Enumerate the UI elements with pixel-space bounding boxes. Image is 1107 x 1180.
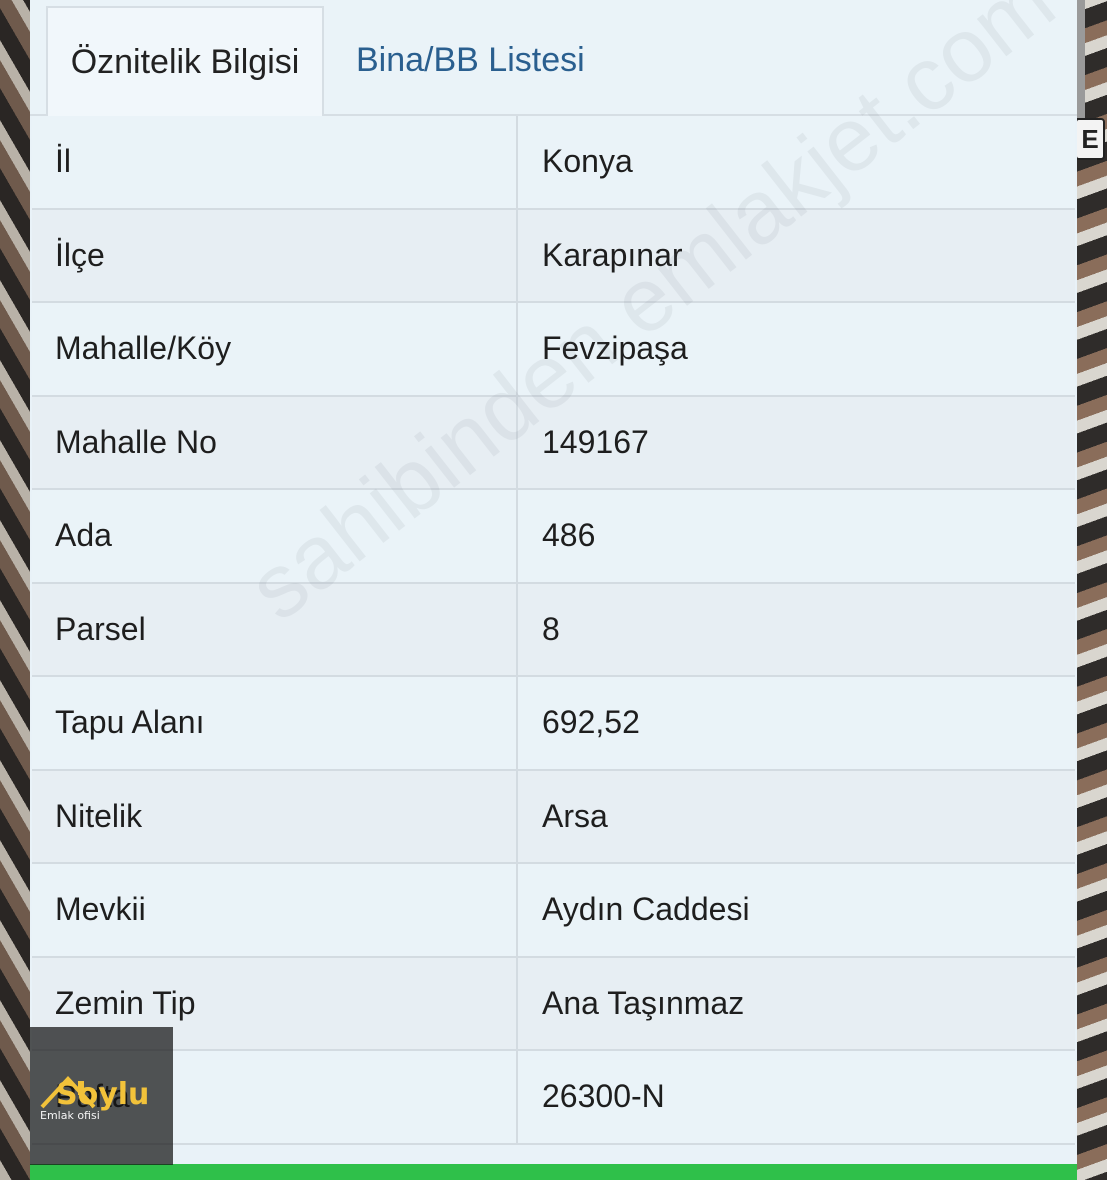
table-row: Ada 486: [32, 490, 1075, 584]
table-row: Mahalle/Köy Fevzipaşa: [32, 303, 1075, 397]
tab-bar: Öznitelik Bilgisi Bina/BB Listesi: [30, 0, 1077, 116]
row-value-mahalle-koy: Fevzipaşa: [542, 330, 688, 367]
row-value-zemin-tip: Ana Taşınmaz: [542, 984, 745, 1021]
row-value-il: Konya: [542, 143, 633, 180]
scrollbar[interactable]: [1077, 0, 1085, 118]
row-label-ilce: İlçe: [32, 209, 518, 301]
table-row: Pafta 26300-N: [32, 1051, 1075, 1145]
table-row: Mahalle No 149167: [32, 396, 1075, 490]
table-row: Mevkii Aydın Caddesi: [32, 864, 1075, 958]
map-left-edge: [0, 0, 30, 1180]
tab-building-list[interactable]: Bina/BB Listesi: [356, 6, 656, 114]
row-label-parsel: Parsel: [32, 583, 518, 675]
row-value-ada: 486: [542, 517, 596, 554]
row-value-tapu-alani: 692,52: [542, 704, 640, 741]
agency-logo: Soylu Emlak ofisi: [30, 1027, 173, 1165]
map-right-edge: [1075, 0, 1107, 1180]
row-value-ilce: Karapınar: [542, 236, 683, 273]
row-label-mevkii: Mevkii: [32, 864, 518, 956]
row-value-nitelik: Arsa: [542, 797, 608, 834]
row-label-mahalle-koy: Mahalle/Köy: [32, 303, 518, 395]
tab-attribute-info[interactable]: Öznitelik Bilgisi: [46, 6, 324, 116]
row-label-mahalle-no: Mahalle No: [32, 396, 518, 488]
row-value-mevkii: Aydın Caddesi: [542, 891, 750, 928]
row-label-il: İl: [32, 116, 518, 208]
table-row: Tapu Alanı 692,52: [32, 677, 1075, 771]
table-row: Parsel 8: [32, 583, 1075, 677]
row-label-nitelik: Nitelik: [32, 770, 518, 862]
row-value-pafta: 26300-N: [542, 1078, 665, 1115]
table-row: Nitelik Arsa: [32, 770, 1075, 864]
row-value-parsel: 8: [542, 610, 560, 647]
parcel-info-panel: Öznitelik Bilgisi Bina/BB Listesi İl Kon…: [30, 0, 1077, 1180]
table-row: İlçe Karapınar: [32, 209, 1075, 303]
map-sign-label: E: [1075, 118, 1105, 160]
table-row: İl Konya: [32, 116, 1075, 210]
logo-tagline: Emlak ofisi: [40, 1109, 100, 1122]
status-bar: [30, 1164, 1077, 1180]
row-value-mahalle-no: 149167: [542, 423, 649, 460]
row-label-tapu-alani: Tapu Alanı: [32, 677, 518, 769]
table-row: Zemin Tip Ana Taşınmaz: [32, 957, 1075, 1051]
logo-name: Soylu: [56, 1077, 150, 1112]
attribute-table: İl Konya İlçe Karapınar Mahalle/Köy Fevz…: [32, 116, 1075, 1145]
row-label-ada: Ada: [32, 490, 518, 582]
